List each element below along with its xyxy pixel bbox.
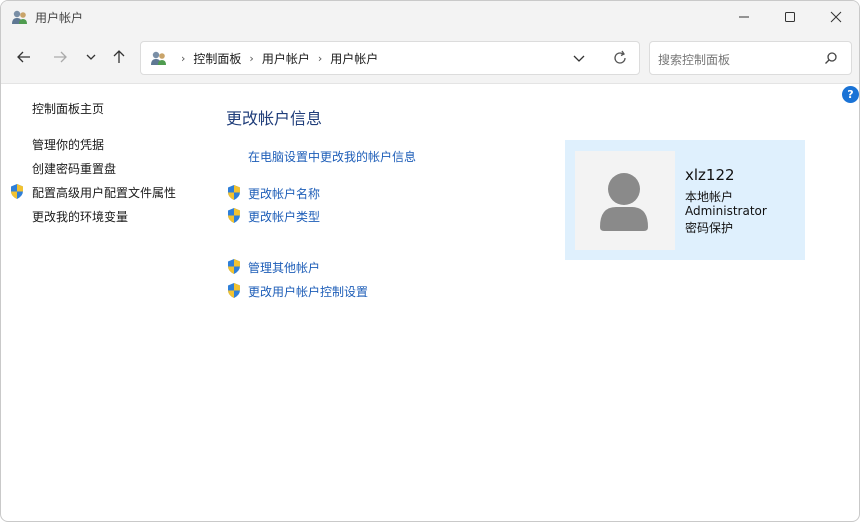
minimize-icon bbox=[739, 16, 749, 18]
page-title: 更改帐户信息 bbox=[226, 109, 323, 128]
uac-settings-link[interactable]: 更改用户帐户控制设置 bbox=[248, 283, 368, 300]
user-accounts-icon bbox=[12, 10, 27, 24]
account-role: Administrator bbox=[685, 204, 767, 218]
sidebar-item-env-variables[interactable]: 更改我的环境变量 bbox=[32, 208, 128, 225]
avatar bbox=[575, 151, 675, 250]
breadcrumb: › 控制面板 › 用户帐户 › 用户帐户 bbox=[173, 42, 378, 74]
account-type: 本地帐户 bbox=[685, 190, 734, 204]
maximize-button[interactable] bbox=[767, 1, 813, 33]
manage-other-accounts-link[interactable]: 管理其他帐户 bbox=[248, 259, 320, 276]
sidebar-item-password-reset-disk[interactable]: 创建密码重置盘 bbox=[32, 160, 116, 177]
search-icon[interactable] bbox=[824, 51, 838, 65]
account-username: xlz122 bbox=[685, 166, 735, 184]
user-icon bbox=[600, 173, 648, 231]
back-button[interactable] bbox=[12, 45, 36, 69]
change-account-type-link[interactable]: 更改帐户类型 bbox=[248, 208, 320, 225]
sidebar-item-home[interactable]: 控制面板主页 bbox=[32, 100, 104, 117]
chevron-right-icon: › bbox=[317, 51, 323, 65]
sidebar-item-advanced-profile[interactable]: 配置高级用户配置文件属性 bbox=[32, 184, 176, 201]
refresh-icon[interactable] bbox=[611, 49, 629, 67]
breadcrumb-item[interactable]: 用户帐户 bbox=[330, 50, 378, 67]
arrow-right-icon bbox=[54, 51, 67, 63]
recent-locations-button[interactable] bbox=[79, 45, 103, 69]
search-box[interactable]: 搜索控制面板 bbox=[649, 41, 852, 75]
account-card: xlz122 本地帐户 Administrator 密码保护 bbox=[565, 140, 805, 260]
user-accounts-window: 用户帐户 › 控制面板 › 用户帐户 › 用户帐户 搜索控制面板 ? 控制面板主… bbox=[0, 0, 860, 522]
close-icon bbox=[830, 11, 842, 23]
title-bar[interactable]: 用户帐户 bbox=[1, 1, 859, 33]
chevron-right-icon: › bbox=[181, 51, 186, 65]
pc-settings-link[interactable]: 在电脑设置中更改我的帐户信息 bbox=[248, 148, 416, 165]
breadcrumb-item[interactable]: 控制面板 bbox=[193, 50, 241, 67]
chevron-right-icon: › bbox=[249, 51, 254, 65]
help-button[interactable]: ? bbox=[842, 86, 859, 103]
arrow-up-icon bbox=[113, 50, 125, 63]
minimize-button[interactable] bbox=[721, 1, 767, 33]
chevron-down-icon[interactable] bbox=[571, 50, 587, 66]
search-input[interactable]: 搜索控制面板 bbox=[658, 51, 730, 68]
uac-shield-icon bbox=[11, 184, 23, 199]
close-button[interactable] bbox=[813, 1, 859, 33]
uac-shield-icon bbox=[228, 259, 240, 274]
user-accounts-icon bbox=[151, 51, 166, 65]
sidebar-item-manage-credentials[interactable]: 管理你的凭据 bbox=[32, 136, 104, 153]
navigation-bar: › 控制面板 › 用户帐户 › 用户帐户 搜索控制面板 bbox=[1, 33, 859, 84]
maximize-icon bbox=[785, 12, 795, 22]
uac-shield-icon bbox=[228, 208, 240, 223]
address-bar[interactable]: › 控制面板 › 用户帐户 › 用户帐户 bbox=[140, 41, 640, 75]
change-account-name-link[interactable]: 更改帐户名称 bbox=[248, 185, 320, 202]
chevron-down-icon bbox=[86, 54, 96, 60]
uac-shield-icon bbox=[228, 283, 240, 298]
window-title: 用户帐户 bbox=[35, 11, 84, 25]
breadcrumb-item[interactable]: 用户帐户 bbox=[262, 50, 310, 67]
up-button[interactable] bbox=[107, 45, 131, 69]
account-protection: 密码保护 bbox=[685, 221, 734, 235]
forward-button[interactable] bbox=[48, 45, 72, 69]
uac-shield-icon bbox=[228, 185, 240, 200]
arrow-left-icon bbox=[17, 51, 30, 63]
